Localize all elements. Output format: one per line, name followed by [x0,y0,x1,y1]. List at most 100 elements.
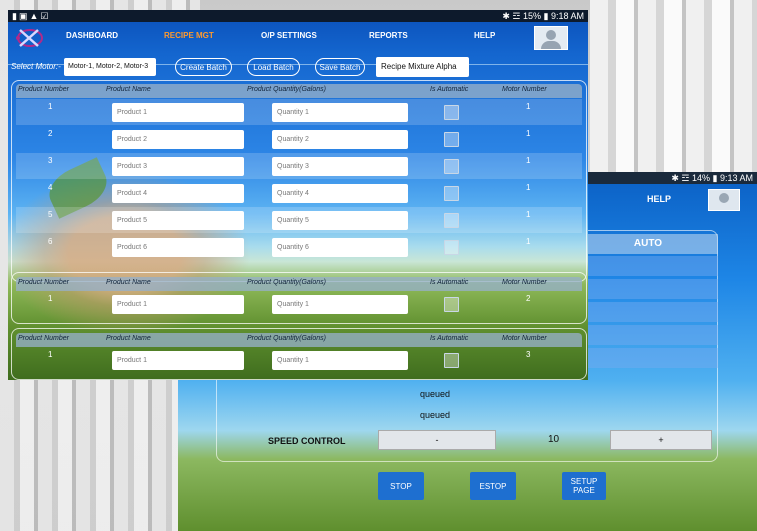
top-nav: DASHBOARD RECIPE MGT O/P SETTINGS REPORT… [8,22,588,65]
nav-dashboard[interactable]: DASHBOARD [66,31,118,40]
motor-number: 1 [526,102,531,111]
quantity-input[interactable]: Quantity 1 [272,351,408,370]
is-automatic-checkbox[interactable] [444,186,459,201]
header-is-automatic: Is Automatic [430,279,469,286]
motor-number: 2 [526,294,531,303]
is-automatic-checkbox[interactable] [444,353,459,368]
product-name-input[interactable]: Product 1 [112,103,244,122]
product-number: 1 [48,350,53,359]
stop-button[interactable]: STOP [378,472,424,500]
header-motor-number: Motor Number [502,335,547,342]
app-logo-icon[interactable] [12,24,44,52]
product-number: 1 [48,102,53,111]
nav-help[interactable]: HELP [474,31,495,40]
background-photo-right [590,0,757,180]
table-row: 1 Product 1 Quantity 1 2 [16,291,582,317]
quantity-input[interactable]: Quantity 3 [272,157,408,176]
back-nav-help[interactable]: HELP [647,194,671,204]
warning-icon: ▲ [29,11,41,21]
list-item [578,302,718,322]
is-automatic-checkbox[interactable] [444,240,459,255]
is-automatic-checkbox[interactable] [444,132,459,147]
table-row: 2 Product 2 Quantity 2 1 [16,126,582,152]
nav-op-settings[interactable]: O/P SETTINGS [261,31,317,40]
list-item [578,325,718,345]
product-name-input[interactable]: Product 3 [112,157,244,176]
header-product-name: Product Name [106,279,151,286]
header-product-number: Product Number [18,335,69,342]
user-avatar[interactable] [534,26,568,50]
create-batch-button[interactable]: Create Batch [175,58,232,76]
check-icon: ☑ [40,11,51,21]
back-auto-header: AUTO [578,234,718,254]
select-motor-label: Select Motor:- [11,62,61,71]
header-is-automatic: Is Automatic [430,86,469,93]
header-product-name: Product Name [106,86,151,93]
quantity-input[interactable]: Quantity 6 [272,238,408,257]
list-item [578,256,718,276]
header-product-quantity: Product Quantity(Galons) [247,279,326,286]
header-is-automatic: Is Automatic [430,335,469,342]
table-row: 3 Product 3 Quantity 3 1 [16,153,582,179]
list-item [578,279,718,299]
table-row: 1 Product 1 Quantity 1 1 [16,99,582,125]
back-avatar[interactable] [708,189,740,211]
is-automatic-checkbox[interactable] [444,105,459,120]
product-name-input[interactable]: Product 2 [112,130,244,149]
nav-recipe-mgt[interactable]: RECIPE MGT [164,31,214,40]
estop-button[interactable]: ESTOP [470,472,516,500]
status-right: ✱ ☲ 15% ▮ 9:18 AM [502,11,584,21]
queued-status: queued [420,389,451,399]
product-name-input[interactable]: Product 5 [112,211,244,230]
speed-minus-button[interactable]: - [378,430,496,450]
header-product-quantity: Product Quantity(Galons) [247,335,326,342]
motor-number: 1 [526,129,531,138]
header-product-name: Product Name [106,335,151,342]
is-automatic-checkbox[interactable] [444,159,459,174]
product-name-input[interactable]: Product 4 [112,184,244,203]
product-name-input[interactable]: Product 1 [112,351,244,370]
status-bar: ▮▣▲☑ ✱ ☲ 15% ▮ 9:18 AM [8,10,588,22]
quantity-input[interactable]: Quantity 5 [272,211,408,230]
quantity-input[interactable]: Quantity 1 [272,103,408,122]
motor-number: 3 [526,350,531,359]
quantity-input[interactable]: Quantity 1 [272,295,408,314]
recipe-toolbar: Select Motor:- Motor-1, Motor-2, Motor-3… [8,56,588,80]
product-number: 6 [48,237,53,246]
setup-page-button[interactable]: SETUP PAGE [562,472,606,500]
motor-select[interactable]: Motor-1, Motor-2, Motor-3 [64,58,156,76]
recipe-panel-motor-2: Product Number Product Name Product Quan… [11,272,587,324]
save-batch-button[interactable]: Save Batch [315,58,365,76]
recipe-name-input[interactable]: Recipe Mixture Alpha [376,57,469,77]
motor-number: 1 [526,156,531,165]
recipe-panel-motor-1: Product Number Product Name Product Quan… [11,80,587,282]
queued-status: queued [420,410,451,420]
speed-plus-button[interactable]: + [610,430,712,450]
product-number: 2 [48,129,53,138]
table-row: 4 Product 4 Quantity 4 1 [16,180,582,206]
product-number: 5 [48,210,53,219]
sim-icon: ▮ [12,11,19,21]
quantity-input[interactable]: Quantity 4 [272,184,408,203]
quantity-input[interactable]: Quantity 2 [272,130,408,149]
table-header: Product Number Product Name Product Quan… [16,333,582,347]
product-number: 3 [48,156,53,165]
motor-number: 1 [526,210,531,219]
table-row: 6 Product 6 Quantity 6 1 [16,234,582,260]
product-name-input[interactable]: Product 1 [112,295,244,314]
load-batch-button[interactable]: Load Batch [247,58,300,76]
product-name-input[interactable]: Product 6 [112,238,244,257]
product-number: 4 [48,183,53,192]
back-auto-rows [578,256,718,371]
nav-reports[interactable]: REPORTS [369,31,408,40]
header-motor-number: Motor Number [502,86,547,93]
image-icon: ▣ [18,11,30,21]
table-header: Product Number Product Name Product Quan… [16,277,582,291]
avatar-body [541,41,561,49]
table-row: 1 Product 1 Quantity 1 3 [16,347,582,373]
is-automatic-checkbox[interactable] [444,213,459,228]
speed-control-label: SPEED CONTROL [268,436,346,446]
avatar-head [546,30,556,40]
motor-number: 1 [526,237,531,246]
is-automatic-checkbox[interactable] [444,297,459,312]
